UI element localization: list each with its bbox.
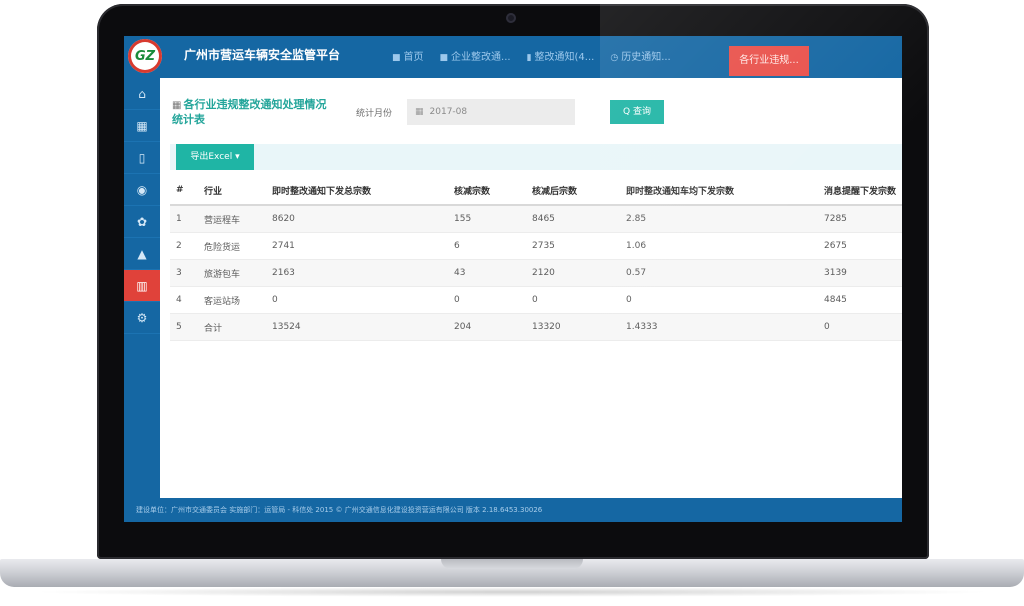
table-cell: 0.57 [620,259,818,287]
table-cell: 2120 [526,259,620,287]
sidebar-camera-icon[interactable]: ◉ [124,174,160,206]
sidebar-document-icon[interactable]: ▯ [124,142,160,174]
column-header[interactable]: 行业 [198,176,266,206]
table-cell: 2163 [266,259,448,287]
table-cell: 营运程车 [198,205,266,233]
camera-icon [506,13,516,23]
table-cell: 4 [170,286,198,314]
table-header-row: # 行业 即时整改通知下发总宗数 核减宗数 核减后宗数 即时整改通知车均下发宗数… [170,176,902,206]
table-cell: 4845 [818,286,902,314]
nav-item-home[interactable]: ■ 首页 [384,48,432,68]
table-cell: 客运站场 [198,286,266,314]
table-cell: 1.4333 [620,313,818,341]
column-header[interactable]: 即时整改通知下发总宗数 [266,176,448,206]
top-nav: ■ 首页 ■ 企业整改通... ▮ 整改通知(4... ◷ 历史通知... [384,48,679,68]
table-cell: 13320 [526,313,620,341]
calendar-icon: ▦ [415,107,424,117]
table-cell: 0 [818,313,902,341]
table-icon: ▦ [172,100,182,111]
table-cell: 204 [448,313,526,341]
sidebar: ⌂ ▦ ▯ ◉ ✿ ▲ ▥ ⚙ [124,78,160,498]
month-input-value: 2017-08 [429,107,468,117]
table-cell: 8465 [526,205,620,233]
nav-item-label: 企业整改通... [451,52,511,63]
table-cell: 3 [170,259,198,287]
table-cell: 2 [170,232,198,260]
column-header[interactable]: 消息提醒下发宗数 [818,176,902,206]
table-cell: 43 [448,259,526,287]
table-cell: 2741 [266,232,448,260]
footer: 建设单位：广州市交通委员会 实施部门：运管局 - 科信处 2015 © 广州交通… [124,498,902,522]
nav-item-rectify-notice[interactable]: ▮ 整改通知(4... [519,48,603,68]
toolbar [170,144,902,170]
page-title-text: 各行业违规整改通知处理情况统计表 [172,98,327,126]
app-title: 广州市营运车辆安全监管平台 [184,48,341,62]
laptop-shadow [30,587,994,597]
month-input[interactable]: ▦ 2017-08 [407,99,575,125]
home-nav-icon: ■ [392,53,401,63]
screen: GZ 广州市营运车辆安全监管平台 ■ 首页 ■ 企业整改通... ▮ 整改通知(4..… [124,36,902,522]
column-header[interactable]: # [170,176,198,206]
table-cell: 旅游包车 [198,259,266,287]
table-row[interactable]: 4 客运站场 0 0 0 0 4845 [170,286,902,314]
sidebar-share-icon[interactable]: ✿ [124,206,160,238]
table-row[interactable]: 2 危险货运 2741 6 2735 1.06 2675 [170,232,902,260]
nav-item-label: 首页 [403,52,424,63]
table-row[interactable]: 1 营运程车 8620 155 8465 2.85 7285 [170,205,902,233]
table-cell: 7285 [818,205,902,233]
table-cell: 2675 [818,232,902,260]
main-content: ▦ 各行业违规整改通知处理情况统计表 统计月份 ▦ 2017-08 Q 查询 导出E… [160,78,902,498]
page-title: ▦ 各行业违规整改通知处理情况统计表 [172,98,337,127]
table-cell: 合计 [198,313,266,341]
table-cell: 1.06 [620,232,818,260]
column-header[interactable]: 即时整改通知车均下发宗数 [620,176,818,206]
nav-item-history[interactable]: ◷ 历史通知... [602,48,678,68]
table-cell: 0 [526,286,620,314]
table-cell: 2735 [526,232,620,260]
table-cell: 6 [448,232,526,260]
sidebar-statistics-icon[interactable]: ▥ [124,270,160,302]
table-cell: 5 [170,313,198,341]
column-header[interactable]: 核减宗数 [448,176,526,206]
nav-item-industry-stats-active[interactable]: 各行业违规... [729,46,809,76]
export-excel-button[interactable]: 导出Excel ▾ [176,144,254,170]
history-icon: ◷ [610,53,619,63]
table-cell: 0 [620,286,818,314]
table-cell: 3139 [818,259,902,287]
table-cell: 155 [448,205,526,233]
sidebar-calendar-icon[interactable]: ▦ [124,110,160,142]
nav-item-label: 历史通知... [621,52,671,63]
nav-item-label: 整改通知(4... [534,52,595,63]
table-cell: 0 [448,286,526,314]
month-filter-label: 统计月份 [356,109,393,119]
logo-text: GZ [134,48,156,64]
top-bar: GZ 广州市营运车辆安全监管平台 ■ 首页 ■ 企业整改通... ▮ 整改通知(4..… [124,36,902,78]
logo[interactable]: GZ [128,39,162,73]
laptop-notch [441,559,583,569]
sidebar-home-icon[interactable]: ⌂ [124,78,160,110]
table-row[interactable]: 5 合计 13524 204 13320 1.4333 0 [170,313,902,341]
stats-table: # 行业 即时整改通知下发总宗数 核减宗数 核减后宗数 即时整改通知车均下发宗数… [170,176,902,341]
table-cell: 0 [266,286,448,314]
sidebar-warning-icon[interactable]: ▲ [124,238,160,270]
notice-icon: ■ [439,53,449,63]
table-cell: 13524 [266,313,448,341]
column-header[interactable]: 核减后宗数 [526,176,620,206]
sidebar-settings-icon[interactable]: ⚙ [124,302,160,334]
query-button[interactable]: Q 查询 [610,100,664,124]
nav-item-enterprise-notice[interactable]: ■ 企业整改通... [432,48,519,68]
table-cell: 2.85 [620,205,818,233]
table-cell: 1 [170,205,198,233]
phone-icon: ▮ [526,53,532,63]
table-cell: 8620 [266,205,448,233]
table-cell: 危险货运 [198,232,266,260]
table-row[interactable]: 3 旅游包车 2163 43 2120 0.57 3139 [170,259,902,287]
